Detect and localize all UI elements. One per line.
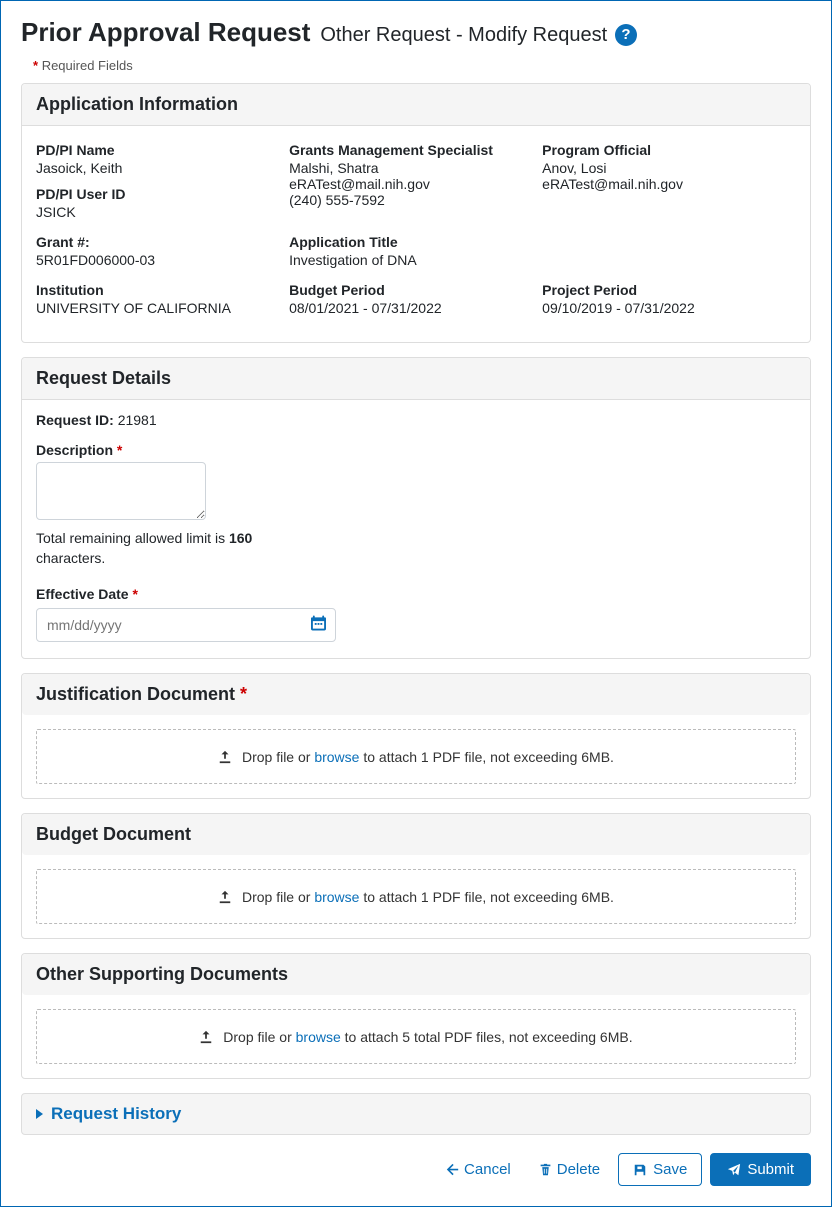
caret-right-icon bbox=[36, 1109, 43, 1119]
po-label: Program Official bbox=[542, 142, 787, 158]
save-icon bbox=[633, 1163, 647, 1177]
hint-count: 160 bbox=[229, 530, 252, 546]
cancel-button[interactable]: Cancel bbox=[436, 1155, 521, 1184]
drop-text-prefix: Drop file or bbox=[242, 889, 314, 905]
institution-value: UNIVERSITY OF CALIFORNIA bbox=[36, 300, 281, 316]
required-fields-text: Required Fields bbox=[42, 58, 133, 73]
request-id-row: Request ID: 21981 bbox=[36, 412, 796, 428]
hint-prefix: Total remaining allowed limit is bbox=[36, 530, 229, 546]
pdpi-userid-value: JSICK bbox=[36, 204, 281, 220]
request-history-toggle[interactable]: Request History bbox=[21, 1093, 811, 1135]
asterisk-icon: * bbox=[33, 58, 38, 73]
drop-text-prefix: Drop file or bbox=[223, 1029, 295, 1045]
budget-document-panel: Budget Document Drop file or browse to a… bbox=[21, 813, 811, 939]
request-id-label: Request ID: bbox=[36, 412, 114, 428]
delete-label: Delete bbox=[557, 1161, 600, 1178]
budget-period-label: Budget Period bbox=[289, 282, 534, 298]
project-period-label: Project Period bbox=[542, 282, 787, 298]
justification-document-header: Justification Document * bbox=[22, 674, 810, 715]
description-label-text: Description bbox=[36, 442, 113, 458]
po-name-value: Anov, Losi bbox=[542, 160, 787, 176]
submit-button[interactable]: Submit bbox=[710, 1153, 811, 1186]
gms-phone-value: (240) 555-7592 bbox=[289, 192, 534, 208]
request-details-header: Request Details bbox=[22, 358, 810, 400]
description-input[interactable] bbox=[36, 462, 206, 520]
action-bar: Cancel Delete Save Submit bbox=[21, 1153, 811, 1186]
browse-link[interactable]: browse bbox=[314, 889, 359, 905]
application-title-label: Application Title bbox=[289, 234, 534, 250]
submit-label: Submit bbox=[747, 1161, 794, 1178]
budget-document-header: Budget Document bbox=[22, 814, 810, 855]
gms-email-value: eRATest@mail.nih.gov bbox=[289, 176, 534, 192]
save-label: Save bbox=[653, 1161, 687, 1178]
upload-icon bbox=[199, 1030, 213, 1047]
po-email-value: eRATest@mail.nih.gov bbox=[542, 176, 787, 192]
upload-icon bbox=[218, 750, 232, 767]
grant-number-value: 5R01FD006000-03 bbox=[36, 252, 281, 268]
effective-date-input[interactable] bbox=[36, 608, 336, 642]
request-history-title: Request History bbox=[51, 1104, 181, 1124]
description-label: Description * bbox=[36, 442, 796, 458]
justification-dropzone[interactable]: Drop file or browse to attach 1 PDF file… bbox=[36, 729, 796, 784]
required-fields-note: * Required Fields bbox=[33, 58, 811, 73]
description-hint: Total remaining allowed limit is 160 cha… bbox=[36, 529, 256, 568]
request-id-value: 21981 bbox=[118, 412, 157, 428]
hint-suffix: characters. bbox=[36, 550, 105, 566]
upload-icon bbox=[218, 890, 232, 907]
browse-link[interactable]: browse bbox=[314, 749, 359, 765]
delete-button[interactable]: Delete bbox=[529, 1155, 610, 1184]
gms-label: Grants Management Specialist bbox=[289, 142, 534, 158]
effective-date-label-text: Effective Date bbox=[36, 586, 129, 602]
browse-link[interactable]: browse bbox=[296, 1029, 341, 1045]
justification-document-title: Justification Document bbox=[36, 684, 240, 704]
application-information-panel: Application Information PD/PI Name Jasoi… bbox=[21, 83, 811, 343]
drop-text-suffix: to attach 1 PDF file, not exceeding 6MB. bbox=[359, 889, 613, 905]
other-docs-dropzone[interactable]: Drop file or browse to attach 5 total PD… bbox=[36, 1009, 796, 1064]
asterisk-icon: * bbox=[117, 442, 122, 458]
arrow-left-icon bbox=[446, 1163, 459, 1176]
drop-text-suffix: to attach 1 PDF file, not exceeding 6MB. bbox=[359, 749, 613, 765]
asterisk-icon: * bbox=[240, 684, 247, 704]
page-subtitle: Other Request - Modify Request bbox=[320, 24, 607, 46]
page-heading: Prior Approval Request Other Request - M… bbox=[21, 17, 811, 52]
justification-document-panel: Justification Document * Drop file or br… bbox=[21, 673, 811, 799]
pdpi-name-value: Jasoick, Keith bbox=[36, 160, 281, 176]
request-details-panel: Request Details Request ID: 21981 Descri… bbox=[21, 357, 811, 659]
drop-text-suffix: to attach 5 total PDF files, not exceedi… bbox=[341, 1029, 633, 1045]
effective-date-label: Effective Date * bbox=[36, 586, 796, 602]
budget-period-value: 08/01/2021 - 07/31/2022 bbox=[289, 300, 534, 316]
pdpi-userid-label: PD/PI User ID bbox=[36, 186, 281, 202]
other-supporting-documents-panel: Other Supporting Documents Drop file or … bbox=[21, 953, 811, 1079]
application-title-value: Investigation of DNA bbox=[289, 252, 534, 268]
application-information-header: Application Information bbox=[22, 84, 810, 126]
save-button[interactable]: Save bbox=[618, 1153, 702, 1186]
drop-text-prefix: Drop file or bbox=[242, 749, 314, 765]
other-supporting-documents-header: Other Supporting Documents bbox=[22, 954, 810, 995]
asterisk-icon: * bbox=[132, 586, 137, 602]
trash-icon bbox=[539, 1163, 552, 1176]
grant-number-label: Grant #: bbox=[36, 234, 281, 250]
page-title: Prior Approval Request bbox=[21, 17, 310, 48]
gms-name-value: Malshi, Shatra bbox=[289, 160, 534, 176]
pdpi-name-label: PD/PI Name bbox=[36, 142, 281, 158]
help-icon[interactable]: ? bbox=[615, 24, 637, 46]
budget-dropzone[interactable]: Drop file or browse to attach 1 PDF file… bbox=[36, 869, 796, 924]
institution-label: Institution bbox=[36, 282, 281, 298]
paper-plane-icon bbox=[727, 1163, 741, 1177]
project-period-value: 09/10/2019 - 07/31/2022 bbox=[542, 300, 787, 316]
cancel-label: Cancel bbox=[464, 1161, 511, 1178]
